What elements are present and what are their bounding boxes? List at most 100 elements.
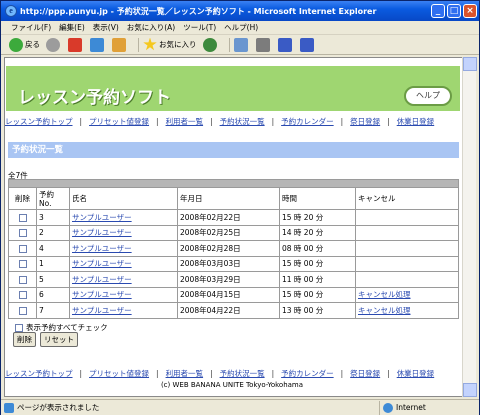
security-zone: Internet <box>379 400 479 415</box>
encoding-button[interactable] <box>299 37 316 52</box>
row-name-link[interactable]: サンプルユーザー <box>72 275 132 284</box>
forward-arrow-icon <box>46 37 60 52</box>
star-icon <box>143 37 157 51</box>
check-all-checkbox[interactable] <box>15 323 23 332</box>
home-icon <box>112 37 126 52</box>
row-name-cell: サンプルユーザー <box>69 224 178 241</box>
back-arrow-icon <box>9 37 23 52</box>
maximize-button[interactable]: □ <box>447 4 461 18</box>
form-buttons: 削除 リセット <box>13 332 78 347</box>
row-delete-checkbox[interactable] <box>18 306 27 315</box>
row-name-link[interactable]: サンプルユーザー <box>72 259 132 268</box>
minimize-button[interactable]: _ <box>431 4 445 18</box>
nav-lesson-top[interactable]: レッスン予約トップ <box>5 368 73 379</box>
nav-users[interactable]: 利用者一覧 <box>166 368 204 379</box>
menu-help[interactable]: ヘルプ(H) <box>224 22 258 33</box>
toolbar-separator <box>138 37 139 52</box>
nav-users[interactable]: 利用者一覧 <box>166 116 204 127</box>
globe-icon <box>383 402 393 413</box>
app-logo: レッスン予約ソフト <box>18 88 171 108</box>
back-button[interactable]: 戻る <box>9 37 40 52</box>
row-cancel-cell <box>355 240 459 257</box>
table-row: 7 サンプルユーザー 2008年04月22日 13 時 00 分キャンセル処理 <box>8 302 459 319</box>
nav-divider: | <box>387 368 390 378</box>
row-name-cell: サンプルユーザー <box>69 271 178 288</box>
reset-button[interactable]: リセット <box>40 332 78 347</box>
row-name-link[interactable]: サンプルユーザー <box>72 244 132 253</box>
help-button[interactable]: ヘルプ <box>404 86 452 106</box>
row-name-cell: サンプルユーザー <box>69 240 178 257</box>
home-button[interactable] <box>112 37 128 52</box>
nav-divider: | <box>210 368 213 378</box>
vertical-scrollbar[interactable] <box>462 57 477 397</box>
row-time: 14 時 20 分 <box>279 224 356 241</box>
scroll-up-button[interactable] <box>463 57 477 71</box>
row-time: 13 時 00 分 <box>279 302 356 319</box>
row-delete-checkbox[interactable] <box>18 260 27 269</box>
row-name-cell: サンプルユーザー <box>69 286 178 303</box>
forward-button[interactable] <box>46 37 62 52</box>
row-cancel-link[interactable]: キャンセル処理 <box>358 306 411 315</box>
font-icon <box>277 37 292 52</box>
row-time: 15 時 20 分 <box>279 209 356 226</box>
table-row: 6 サンプルユーザー 2008年04月15日 15 時 00 分キャンセル処理 <box>8 286 459 303</box>
menu-tools[interactable]: ツール(T) <box>183 22 216 33</box>
mail-button[interactable] <box>233 37 250 52</box>
row-cancel-cell <box>355 224 459 241</box>
top-nav: レッスン予約トップ | プリセット値登録 | 利用者一覧 | 予約状況一覧 | 予約カレ… <box>5 115 459 127</box>
row-delete-checkbox[interactable] <box>18 291 27 300</box>
row-delete-checkbox[interactable] <box>18 213 27 222</box>
row-cancel-cell <box>355 271 459 288</box>
nav-calendar[interactable]: 予約カレンダー <box>281 116 334 127</box>
row-cancel-link[interactable]: キャンセル処理 <box>358 290 411 299</box>
stop-button[interactable] <box>68 37 84 52</box>
print-button[interactable] <box>255 37 272 52</box>
nav-holidays[interactable]: 祭日登録 <box>350 116 380 127</box>
menu-view[interactable]: 表示(V) <box>93 22 119 33</box>
table-row: 3 サンプルユーザー 2008年02月22日 15 時 20 分 <box>8 209 459 226</box>
row-delete-checkbox[interactable] <box>18 244 27 253</box>
scroll-down-button[interactable] <box>463 383 477 397</box>
menu-bar: ファイル(F) 編集(E) 表示(V) お気に入り(A) ツール(T) ヘルプ(… <box>1 21 479 35</box>
row-time: 15 時 00 分 <box>279 286 356 303</box>
row-delete-checkbox[interactable] <box>18 229 27 238</box>
menu-edit[interactable]: 編集(E) <box>59 22 85 33</box>
history-button[interactable] <box>202 37 219 52</box>
nav-divider: | <box>271 116 275 126</box>
ie-logo-icon: e <box>5 5 17 17</box>
delete-button[interactable]: 削除 <box>13 332 36 347</box>
nav-reservations[interactable]: 予約状況一覧 <box>220 116 265 127</box>
row-date: 2008年04月15日 <box>177 286 280 303</box>
row-name-link[interactable]: サンプルユーザー <box>72 228 132 237</box>
row-name-link[interactable]: サンプルユーザー <box>72 306 132 315</box>
col-time: 時間 <box>279 187 356 210</box>
nav-closed-days[interactable]: 休業日登録 <box>397 116 435 127</box>
favorites-button[interactable]: お気に入り <box>143 37 197 52</box>
nav-holidays[interactable]: 祭日登録 <box>350 368 380 379</box>
nav-lesson-top[interactable]: レッスン予約トップ <box>5 116 73 127</box>
row-time: 08 時 00 分 <box>279 240 356 257</box>
nav-preset[interactable]: プリセット値登録 <box>89 116 149 127</box>
bottom-nav: レッスン予約トップ | プリセット値登録 | 利用者一覧 | 予約状況一覧 | 予約カレ… <box>5 367 459 379</box>
table-row: 1 サンプルユーザー 2008年03月03日 15 時 00 分 <box>8 255 459 272</box>
row-name-link[interactable]: サンプルユーザー <box>72 213 132 222</box>
row-cancel-cell: キャンセル処理 <box>355 286 459 303</box>
font-size-button[interactable] <box>277 37 294 52</box>
row-delete-checkbox[interactable] <box>18 275 27 284</box>
close-button[interactable]: × <box>463 4 477 18</box>
nav-reservations[interactable]: 予約状況一覧 <box>220 368 265 379</box>
nav-divider: | <box>210 116 213 126</box>
nav-closed-days[interactable]: 休業日登録 <box>397 368 435 379</box>
row-delete-cell <box>8 209 37 226</box>
row-delete-cell <box>8 240 37 257</box>
page-content: レッスン予約ソフト ヘルプ レッスン予約トップ | プリセット値登録 | 利用者一覧… <box>4 57 463 397</box>
row-no: 6 <box>36 286 70 303</box>
nav-preset[interactable]: プリセット値登録 <box>89 368 149 379</box>
nav-calendar[interactable]: 予約カレンダー <box>281 368 334 379</box>
row-name-link[interactable]: サンプルユーザー <box>72 290 132 299</box>
section-title: 予約状況一覧 <box>8 142 459 158</box>
menu-favorites[interactable]: お気に入り(A) <box>127 22 175 33</box>
refresh-button[interactable] <box>90 37 106 52</box>
nav-divider: | <box>340 368 344 378</box>
menu-file[interactable]: ファイル(F) <box>11 22 51 33</box>
